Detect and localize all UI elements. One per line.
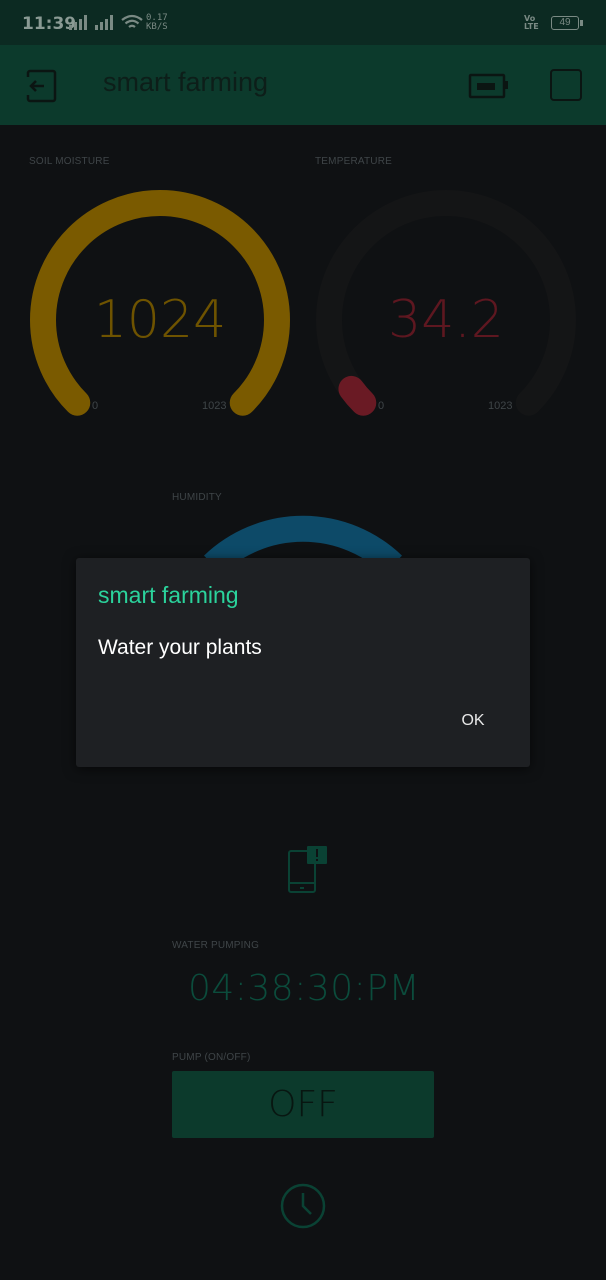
water-pumping-label: WATER PUMPING xyxy=(172,940,260,951)
temperature-value: 34.2 xyxy=(388,290,504,350)
device-icon[interactable] xyxy=(468,71,510,101)
signal-icon-2 xyxy=(95,15,113,30)
pump-label: PUMP (ON/OFF) xyxy=(172,1052,251,1063)
signal-icon xyxy=(69,15,87,30)
network-speed: 0.17 KB/S xyxy=(146,14,168,32)
app-title: smart farming xyxy=(103,67,269,97)
water-pumping-time: 04:38:30:PM xyxy=(187,968,421,1009)
soil-moisture-value: 1024 xyxy=(93,290,227,350)
dialog-title: smart farming xyxy=(98,582,239,608)
widget-box-icon[interactable] xyxy=(550,69,582,101)
soil-moisture-min: 0 xyxy=(92,400,99,412)
timer-clock-icon[interactable] xyxy=(279,1182,327,1230)
soil-moisture-label: SOIL MOISTURE xyxy=(29,156,110,167)
exit-icon[interactable] xyxy=(24,69,58,103)
soil-moisture-max: 1023 xyxy=(202,400,227,412)
alert-dialog: smart farming Water your plants OK xyxy=(76,558,530,767)
humidity-label: HUMIDITY xyxy=(172,492,222,503)
speed-unit: KB/S xyxy=(146,22,168,32)
status-bar: 11:39 0.17 KB/S Vo LTE 49 xyxy=(0,0,606,45)
temperature-max: 1023 xyxy=(488,400,513,412)
app-bar: smart farming xyxy=(0,45,606,125)
dialog-ok-button[interactable]: OK xyxy=(448,704,498,738)
wifi-icon xyxy=(121,14,143,28)
volte-indicator: Vo LTE xyxy=(524,15,539,31)
notification-icon[interactable] xyxy=(285,845,329,895)
temperature-arc xyxy=(338,375,377,416)
pump-toggle-button[interactable]: OFF xyxy=(172,1071,434,1138)
dialog-message: Water your plants xyxy=(98,636,262,659)
temperature-min: 0 xyxy=(378,400,385,412)
battery-icon: 49 xyxy=(551,16,583,30)
volte-bottom: LTE xyxy=(524,22,539,31)
temperature-label: TEMPERATURE xyxy=(315,156,393,167)
